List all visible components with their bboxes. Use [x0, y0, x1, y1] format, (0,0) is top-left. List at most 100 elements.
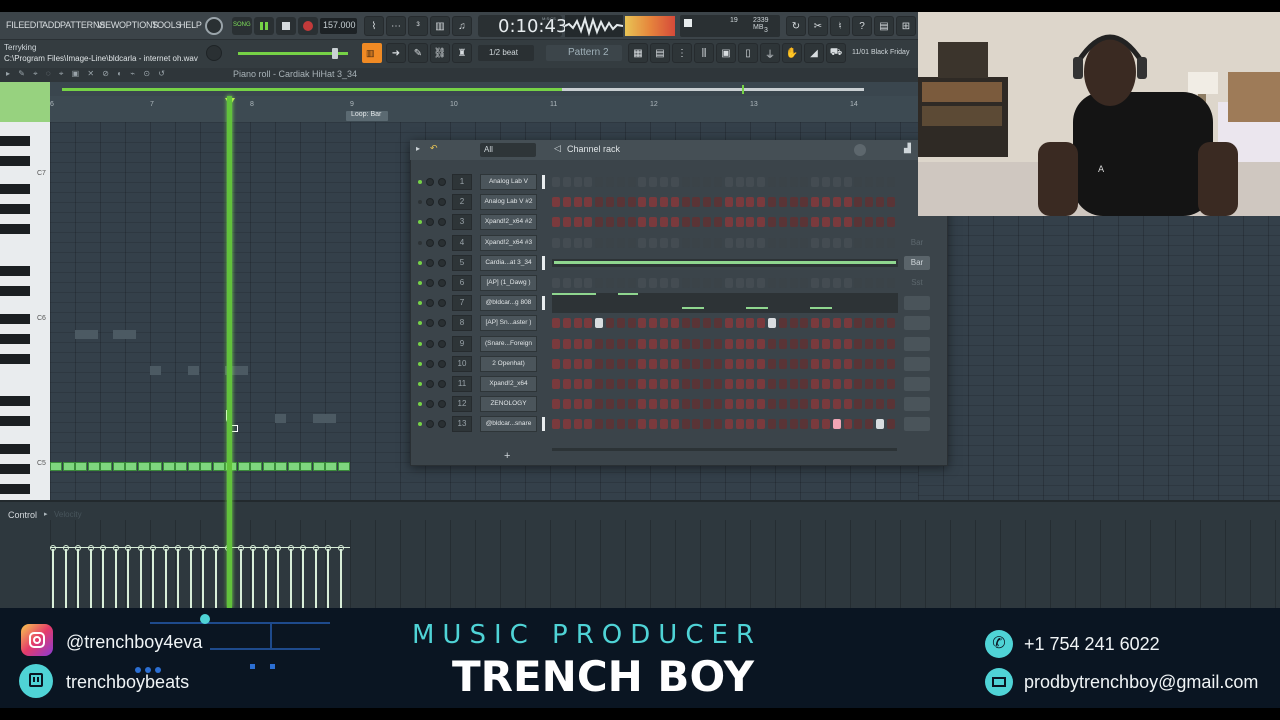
step-button[interactable]: [746, 419, 755, 430]
channel-select-indicator[interactable]: [542, 417, 545, 432]
pianoroll-timeline[interactable]: 6 7 8 9 10 11 12 13 14 Loop: Bar: [50, 96, 918, 122]
step-button[interactable]: [800, 318, 809, 329]
step-button[interactable]: [638, 237, 647, 248]
menu-add[interactable]: ADD: [42, 20, 61, 30]
velocity-handle[interactable]: [212, 545, 219, 551]
step-button[interactable]: [735, 177, 744, 187]
piano-keyboard[interactable]: C7 C6 C5: [0, 122, 50, 500]
note[interactable]: [187, 462, 200, 471]
channel-pan-knob[interactable]: [426, 400, 434, 409]
channel-name-button[interactable]: @bldcar...g 808: [480, 295, 537, 312]
note[interactable]: [250, 462, 262, 471]
step-button[interactable]: [843, 358, 852, 369]
step-button[interactable]: [757, 237, 766, 248]
step-button[interactable]: [778, 217, 787, 228]
step-button[interactable]: [606, 237, 614, 248]
step-button[interactable]: [703, 177, 712, 187]
open-channelrack-button[interactable]: ⋮: [672, 43, 692, 63]
step-button[interactable]: [746, 358, 755, 369]
step-button[interactable]: [681, 278, 690, 288]
step-button[interactable]: [681, 197, 690, 208]
step-button[interactable]: [854, 237, 863, 248]
rack-menu-arrow-icon[interactable]: ▸: [416, 144, 420, 153]
velocity-bar[interactable]: [139, 549, 142, 608]
step-button[interactable]: [584, 237, 593, 248]
velocity-handle[interactable]: [112, 545, 119, 551]
email-address[interactable]: prodbytrenchboy@gmail.com: [1024, 672, 1258, 693]
note[interactable]: [50, 462, 62, 471]
step-button[interactable]: [552, 419, 560, 430]
channel-mixer-track[interactable]: 1: [452, 174, 472, 190]
step-button[interactable]: [616, 278, 625, 288]
velocity-handle[interactable]: [175, 545, 181, 551]
velocity-handle[interactable]: [62, 545, 69, 551]
step-button[interactable]: [876, 177, 884, 187]
black-key[interactable]: [0, 396, 30, 406]
note[interactable]: [62, 462, 75, 471]
velocity-bar[interactable]: [327, 549, 329, 608]
step-button[interactable]: [811, 419, 820, 430]
step-button[interactable]: [832, 338, 841, 349]
channel-select-indicator[interactable]: [542, 236, 545, 250]
step-button[interactable]: [573, 278, 582, 288]
overview-scroll-bar[interactable]: [62, 88, 562, 91]
step-button[interactable]: [638, 358, 647, 369]
channel-pan-knob[interactable]: [426, 238, 434, 247]
step-button[interactable]: [757, 177, 766, 187]
channel-name-button[interactable]: Xpand!2_x64 #3: [480, 234, 537, 251]
step-button[interactable]: [627, 419, 636, 430]
step-button[interactable]: [811, 358, 820, 369]
velocity-bar[interactable]: [202, 549, 204, 608]
step-button[interactable]: [562, 278, 571, 288]
channel-target-slot[interactable]: [904, 215, 930, 229]
stamp-tool-button[interactable]: ♜: [452, 43, 472, 63]
velocity-handle[interactable]: [287, 545, 294, 551]
step-button[interactable]: [735, 278, 744, 288]
step-button[interactable]: [616, 358, 625, 369]
channel-name-button[interactable]: @bldcar...snare: [480, 416, 537, 433]
menu-view[interactable]: VIEW: [97, 20, 119, 30]
step-button[interactable]: [854, 338, 863, 349]
channel-pan-knob[interactable]: [426, 339, 434, 348]
step-button[interactable]: [606, 318, 614, 329]
velocity-handle[interactable]: [137, 545, 144, 551]
channel-active-led[interactable]: [418, 281, 422, 285]
rack-filter-select[interactable]: All: [480, 143, 536, 157]
touch-keyboard-button[interactable]: ◢: [804, 43, 824, 63]
step-button[interactable]: [573, 419, 582, 430]
step-button[interactable]: [832, 278, 841, 288]
black-key[interactable]: [0, 416, 30, 426]
step-button[interactable]: [811, 338, 820, 349]
step-button[interactable]: [692, 379, 701, 389]
metronome-button[interactable]: ⌇: [364, 16, 384, 36]
step-button[interactable]: [789, 278, 798, 288]
step-button[interactable]: [746, 399, 755, 410]
step-button[interactable]: [768, 237, 776, 248]
step-button[interactable]: [595, 177, 604, 187]
step-button[interactable]: [735, 217, 744, 228]
step-button[interactable]: [627, 379, 636, 389]
step-button[interactable]: [854, 177, 863, 187]
step-button[interactable]: [616, 237, 625, 248]
step-button[interactable]: [822, 419, 830, 430]
channel-select-indicator[interactable]: [542, 337, 545, 351]
step-button[interactable]: [627, 237, 636, 248]
step-button[interactable]: [800, 379, 809, 389]
channel-name-button[interactable]: (Snare...Foreign: [480, 335, 537, 352]
channel-mixer-track[interactable]: 11: [452, 376, 472, 392]
channel-rack-header[interactable]: ▸ ↶ All ◁ Channel rack ▟: [410, 140, 948, 160]
step-button[interactable]: [800, 338, 809, 349]
step-button[interactable]: [595, 399, 604, 410]
step-button[interactable]: [789, 419, 798, 430]
step-button[interactable]: [746, 278, 755, 288]
step-button[interactable]: [789, 379, 798, 389]
step-button[interactable]: [584, 278, 593, 288]
step-button[interactable]: [714, 177, 722, 187]
step-button[interactable]: [670, 318, 679, 329]
plugin-picker-button[interactable]: ⏚: [760, 43, 780, 63]
step-button[interactable]: [768, 217, 776, 228]
note[interactable]: [75, 462, 87, 471]
channel-volume-knob[interactable]: [438, 258, 446, 267]
step-button[interactable]: [854, 379, 863, 389]
step-button[interactable]: [638, 177, 647, 187]
